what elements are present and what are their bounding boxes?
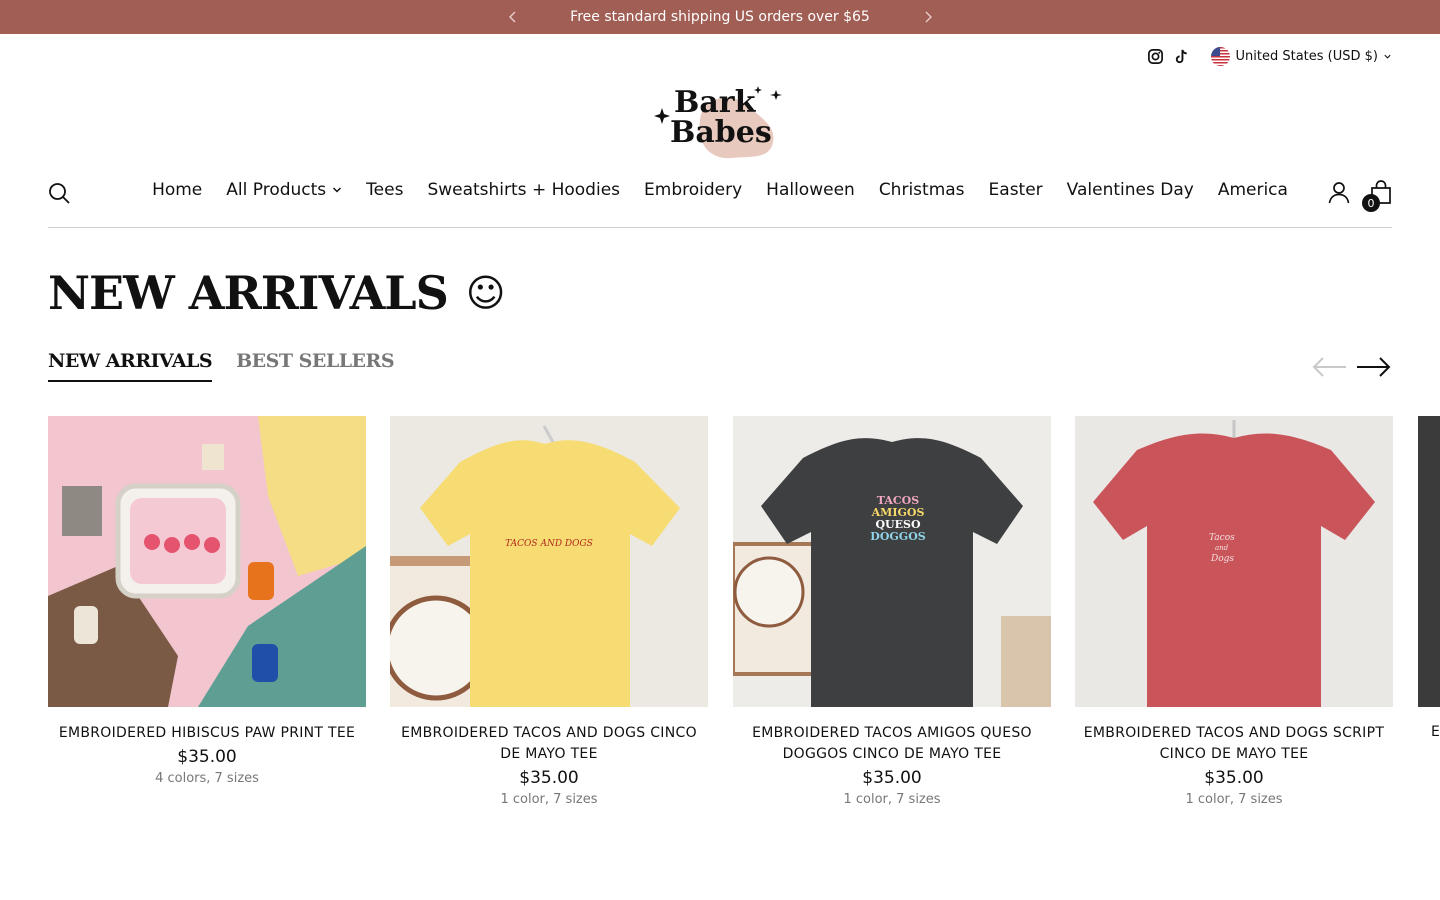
section-heading: NEW ARRIVALS ☺ (48, 266, 506, 320)
product-variants: 1 color, 7 sizes (500, 792, 598, 807)
nav-item-valentines-day[interactable]: Valentines Day (1067, 180, 1194, 200)
product-title[interactable]: EMBROIDERED TACOS AMIGOS QUESO DOGGOS CI… (733, 723, 1051, 765)
product-variants: 1 color, 7 sizes (1185, 792, 1283, 807)
product-image[interactable] (48, 416, 366, 707)
section-heading-text: NEW ARRIVALS (48, 266, 449, 320)
nav-item-america[interactable]: America (1218, 180, 1288, 200)
nav-divider (48, 227, 1392, 228)
chevron-right-icon (925, 11, 932, 23)
product-image[interactable]: TACOS AMIGOS QUESO DOGGOS (733, 416, 1051, 707)
nav-item-sweatshirts-hoodies[interactable]: Sweatshirts + Hoodies (427, 180, 620, 200)
nav-item-home[interactable]: Home (152, 180, 202, 200)
product-image[interactable]: Tacos and Dogs (1075, 416, 1393, 707)
chevron-down-icon (333, 187, 342, 193)
utility-bar: United States (USD $) (1139, 45, 1393, 67)
product-card: TACOS AMIGOS QUESO DOGGOS EMBROIDERED TA… (733, 416, 1051, 807)
main-nav: Home All Products Tees Sweatshirts + Hoo… (0, 180, 1440, 200)
nav-item-halloween[interactable]: Halloween (766, 180, 855, 200)
arrow-left-icon (1312, 357, 1346, 377)
product-card: TACOS AND DOGS EMBROIDERED TACOS AND DOG… (390, 416, 708, 807)
nav-item-christmas[interactable]: Christmas (879, 180, 965, 200)
product-variants: 1 color, 7 sizes (843, 792, 941, 807)
tiktok-icon[interactable] (1173, 47, 1191, 65)
nav-item-all-products[interactable]: All Products (226, 180, 342, 200)
tab-best-sellers[interactable]: BEST SELLERS (236, 350, 394, 382)
smiley-icon: ☺ (465, 271, 506, 315)
product-image-peek[interactable] (1418, 416, 1440, 707)
account-icon[interactable] (1327, 180, 1351, 204)
product-image[interactable]: TACOS AND DOGS (390, 416, 708, 707)
store-logo[interactable]: Bark Babes (652, 68, 788, 162)
shirt-print-line: Tacos (1209, 533, 1235, 543)
announcement-text: Free standard shipping US orders over $6… (570, 9, 870, 25)
shirt-print-line: and (1215, 544, 1229, 552)
product-title[interactable]: EMBROIDERED TACOS AND DOGS CINCO DE MAYO… (390, 723, 708, 765)
shirt-print-line: DOGGOS (870, 530, 925, 543)
us-flag-icon (1210, 46, 1230, 66)
arrow-right-icon (1357, 357, 1391, 377)
product-title[interactable]: EMBROIDERED HIBISCUS PAW PRINT TEE (48, 723, 366, 744)
slider-next-arrow[interactable] (1356, 354, 1392, 380)
product-card: Tacos and Dogs EMBROIDERED TACOS AND DOG… (1075, 416, 1393, 807)
nav-item-tees[interactable]: Tees (366, 180, 403, 200)
nav-item-embroidery[interactable]: Embroidery (644, 180, 742, 200)
shirt-print-line: Dogs (1210, 554, 1234, 564)
announcement-next-arrow[interactable] (918, 7, 938, 27)
announcement-bar: Free standard shipping US orders over $6… (0, 0, 1440, 34)
product-title-peek[interactable]: E (1431, 724, 1440, 740)
slider-prev-arrow[interactable] (1311, 354, 1347, 380)
currency-label: United States (USD $) (1235, 48, 1379, 64)
shirt-print-text: TACOS AND DOGS (505, 539, 593, 549)
product-variants: 4 colors, 7 sizes (155, 771, 259, 786)
collection-tabs: NEW ARRIVALS BEST SELLERS (48, 350, 418, 382)
product-title[interactable]: EMBROIDERED TACOS AND DOGS SCRIPT CINCO … (1075, 723, 1393, 765)
product-price: $35.00 (1204, 768, 1264, 788)
product-card: EMBROIDERED HIBISCUS PAW PRINT TEE $35.0… (48, 416, 366, 786)
tab-new-arrivals[interactable]: NEW ARRIVALS (48, 350, 213, 382)
product-price: $35.00 (862, 768, 922, 788)
currency-selector[interactable]: United States (USD $) (1210, 46, 1393, 66)
instagram-icon[interactable] (1147, 47, 1165, 65)
product-price: $35.00 (519, 768, 579, 788)
nav-item-easter[interactable]: Easter (989, 180, 1043, 200)
cart-count-badge: 0 (1362, 194, 1380, 212)
product-price: $35.00 (177, 747, 237, 767)
logo-line2: Babes (670, 115, 772, 150)
chevron-down-icon (1384, 54, 1391, 59)
